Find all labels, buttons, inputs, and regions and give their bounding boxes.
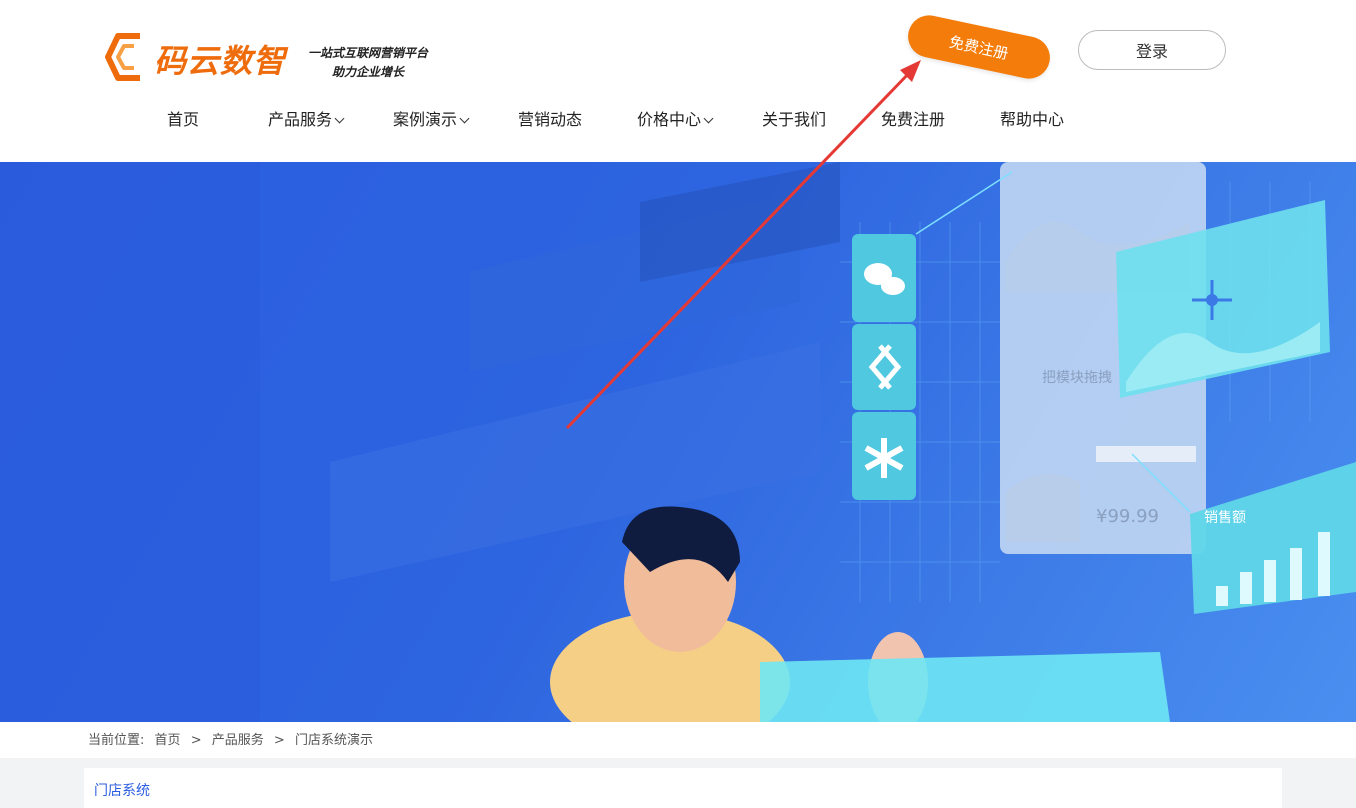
content-title: 门店系统 <box>94 783 150 799</box>
breadcrumb-current: 门店系统演示 <box>294 733 373 748</box>
breadcrumb-separator: > <box>273 733 285 748</box>
breadcrumb-separator: > <box>190 733 202 748</box>
breadcrumb: 当前位置: 首页 > 产品服务 > 门店系统演示 <box>0 722 1356 758</box>
breadcrumb-products[interactable]: 产品服务 <box>212 733 264 748</box>
annotation-arrow <box>565 60 921 430</box>
breadcrumb-home[interactable]: 首页 <box>155 733 181 748</box>
breadcrumb-prefix: 当前位置: <box>88 733 145 748</box>
content-card: 门店系统 <box>84 768 1282 808</box>
